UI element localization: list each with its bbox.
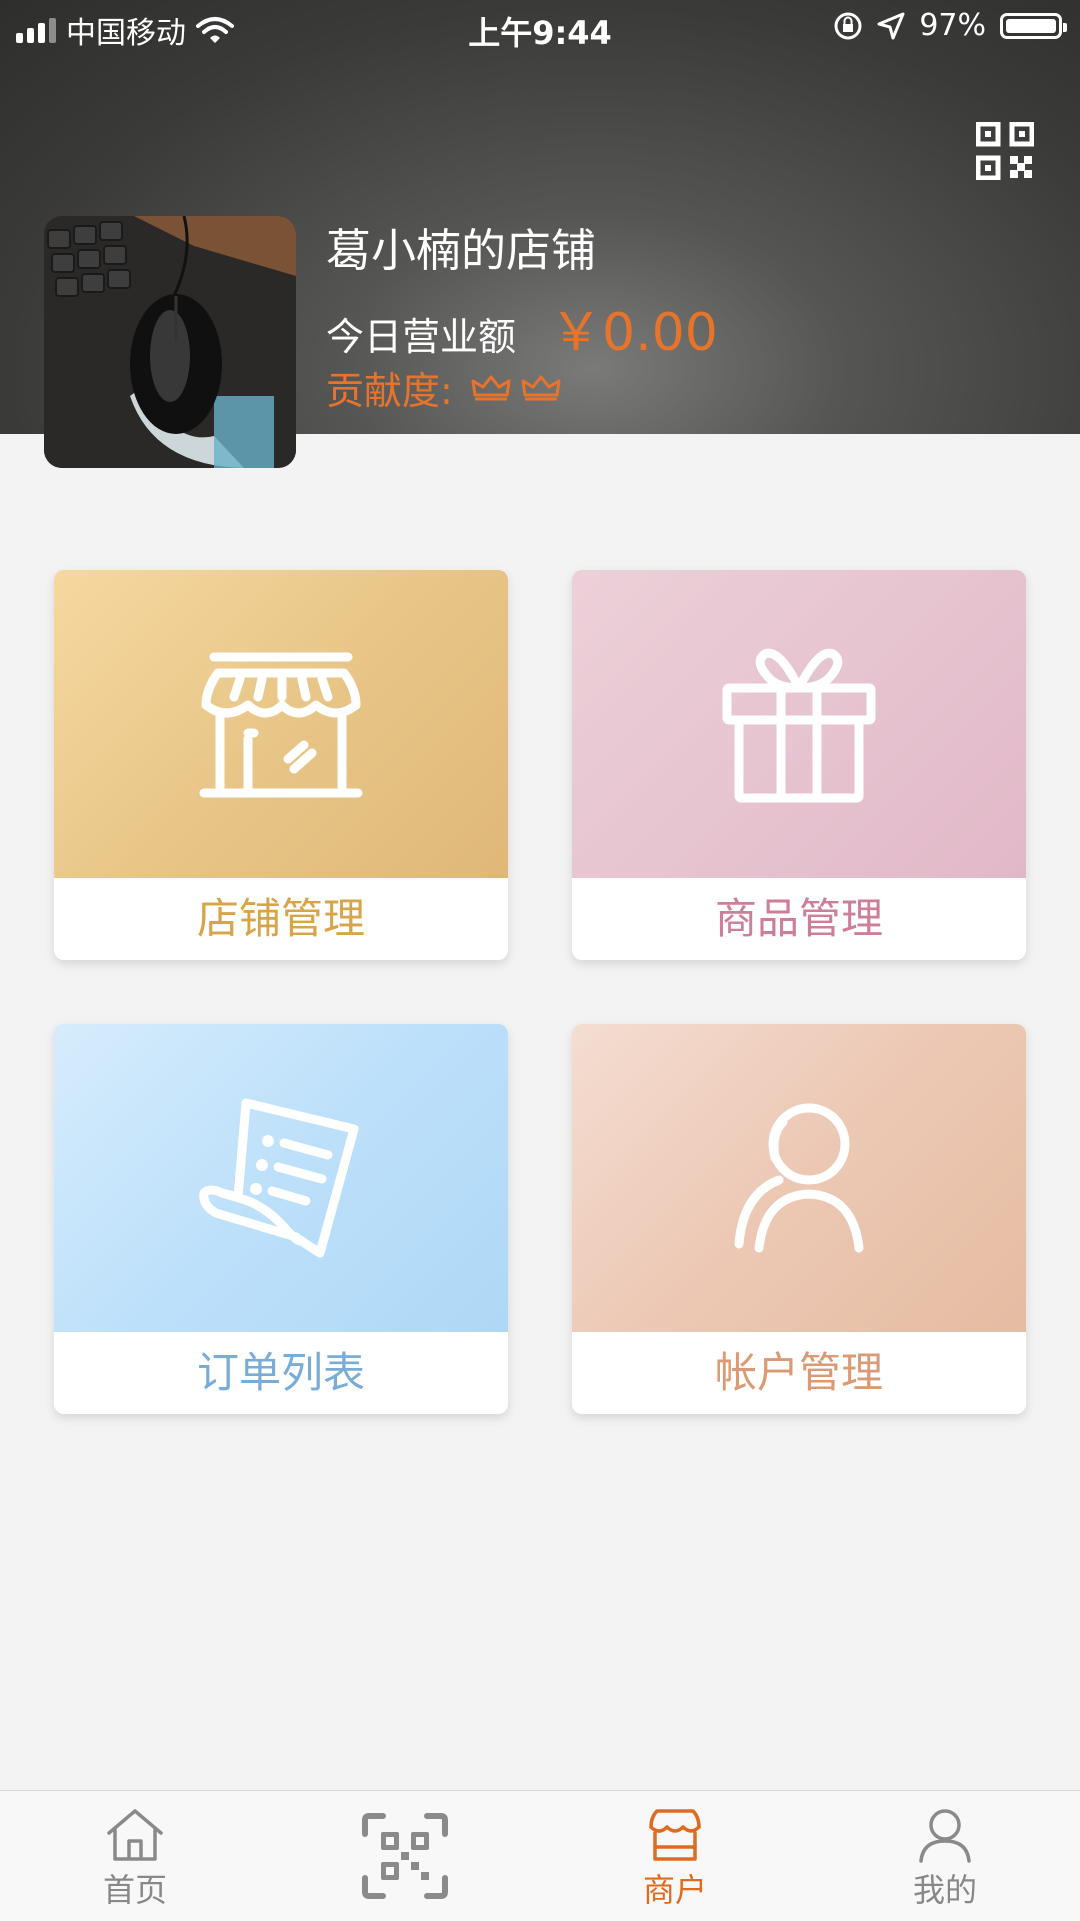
scan-icon (362, 1813, 448, 1899)
shop-management-label: 店铺管理 (196, 894, 365, 943)
tab-merchant-label: 商户 (642, 1871, 707, 1909)
tab-home-label: 首页 (102, 1871, 167, 1909)
contribution-crowns (471, 375, 561, 401)
home-icon (107, 1809, 163, 1861)
receipt-icon (199, 1098, 359, 1258)
gift-icon (722, 648, 876, 803)
tab-home[interactable]: 首页 (0, 1791, 270, 1921)
tab-bar: 首页 商户 我的 (0, 1790, 1080, 1921)
user-icon (734, 1103, 864, 1253)
goods-management-art (572, 570, 1026, 878)
revenue-label: 今日营业额 (326, 315, 517, 359)
account-management-tile[interactable]: 帐户管理 (572, 1024, 1026, 1414)
revenue-row: 今日营业额 ￥0.00 (326, 290, 718, 365)
status-right: 97% (833, 8, 1067, 43)
account-management-label: 帐户管理 (714, 1348, 883, 1397)
person-icon (919, 1809, 971, 1863)
crown-icon (521, 375, 561, 400)
contribution-label: 贡献度: (326, 369, 453, 413)
battery-icon (1000, 12, 1067, 39)
order-list-tile[interactable]: 订单列表 (54, 1024, 508, 1414)
revenue-value: ￥0.00 (550, 303, 718, 363)
tab-merchant[interactable]: 商户 (540, 1791, 810, 1921)
storefront-icon (199, 652, 363, 798)
rotation-lock-icon (834, 12, 862, 39)
tab-scan[interactable] (270, 1791, 540, 1921)
account-management-art (572, 1024, 1026, 1332)
order-list-art (54, 1024, 508, 1332)
tab-mine-label: 我的 (912, 1871, 977, 1909)
tab-mine[interactable]: 我的 (810, 1791, 1080, 1921)
crown-icon (471, 375, 511, 400)
avatar-image (44, 216, 296, 468)
goods-management-label: 商品管理 (714, 894, 883, 943)
shop-management-tile[interactable]: 店铺管理 (54, 570, 508, 960)
qr-code-button[interactable] (976, 122, 1034, 180)
battery-percent: 97% (919, 8, 986, 43)
shop-management-art (54, 570, 508, 878)
status-bar: 中国移动 上午9:44 97% (0, 0, 1080, 54)
location-icon (877, 12, 905, 39)
contribution-row: 贡献度: (326, 360, 561, 415)
goods-management-tile[interactable]: 商品管理 (572, 570, 1026, 960)
shop-name: 葛小楠的店铺 (326, 224, 597, 277)
shop-icon (649, 1809, 701, 1861)
order-list-label: 订单列表 (196, 1348, 365, 1397)
shop-avatar[interactable] (44, 216, 296, 468)
